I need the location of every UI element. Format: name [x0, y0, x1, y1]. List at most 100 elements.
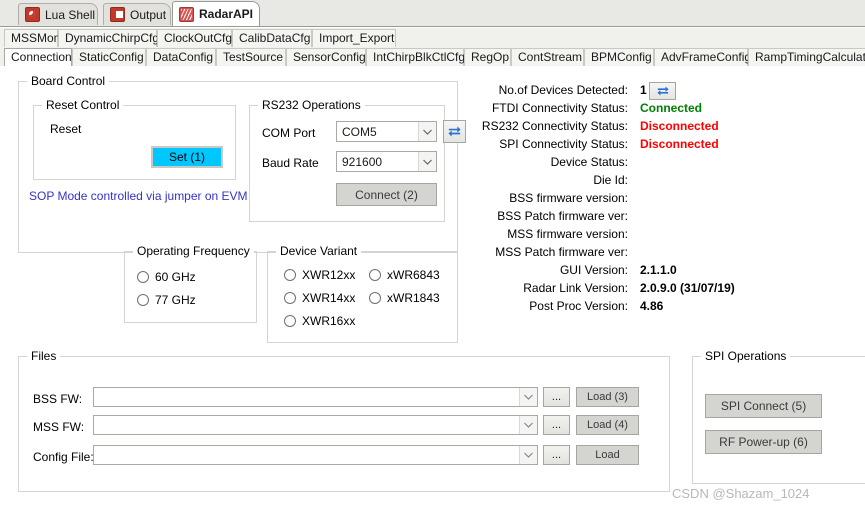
tab-bpmconfig[interactable]: BPMConfig — [584, 48, 654, 66]
set-button[interactable]: Set (1) — [151, 146, 223, 168]
radio-dot-icon — [284, 315, 296, 327]
radio-label: XWR16xx — [302, 314, 356, 328]
status-label: No.of Devices Detected: — [498, 83, 628, 97]
chevron-down-icon[interactable] — [418, 152, 436, 171]
radio-xwr16xx[interactable]: XWR16xx — [284, 314, 355, 328]
connect-button[interactable]: Connect (2) — [336, 183, 437, 206]
mss-fw-load-button[interactable]: Load (4) — [576, 415, 639, 435]
status-label: Die Id: — [593, 173, 628, 187]
baud-rate-select[interactable]: 921600 — [336, 151, 437, 172]
status-label: MSS Patch firmware ver: — [495, 245, 628, 259]
bss-fw-input[interactable] — [93, 387, 538, 407]
tab-import-export[interactable]: Import_Export — [312, 29, 396, 47]
status-panel: No.of Devices Detected: 1 FTDI Connectiv… — [462, 76, 735, 313]
chevron-down-icon[interactable] — [519, 388, 537, 406]
radio-label: xWR1843 — [387, 291, 440, 305]
files-title: Files — [27, 349, 61, 363]
status-value: 2.1.1.0 — [640, 263, 677, 277]
connection-panel: Board Control Reset Control Reset Set (1… — [0, 66, 865, 514]
tab-ramptimingcalculator[interactable]: RampTimingCalculator — [748, 48, 865, 66]
window-tab-label: RadarAPI — [199, 7, 254, 21]
radio-dot-icon — [284, 269, 296, 281]
radio-dot-icon — [369, 292, 381, 304]
chevron-down-icon[interactable] — [519, 416, 537, 434]
radio-77ghz[interactable]: 77 GHz — [137, 293, 196, 307]
radio-label: xWR6843 — [387, 268, 440, 282]
window-tab-radarapi[interactable]: RadarAPI — [172, 1, 260, 26]
status-value: Disconnected — [640, 119, 719, 133]
tab-clockoutcfg[interactable]: ClockOutCfg — [157, 29, 232, 47]
tab-testsource[interactable]: TestSource — [216, 48, 286, 66]
com-port-label: COM Port — [262, 126, 316, 140]
refresh-icon — [448, 126, 461, 137]
mss-fw-input[interactable] — [93, 415, 538, 435]
radio-xwr6843[interactable]: xWR6843 — [369, 268, 440, 282]
radio-label: 77 GHz — [155, 293, 196, 307]
tab-staticconfig[interactable]: StaticConfig — [72, 48, 146, 66]
status-label: GUI Version: — [559, 263, 628, 277]
chevron-down-icon[interactable] — [519, 446, 537, 464]
status-label: FTDI Connectivity Status: — [491, 101, 628, 115]
baud-rate-label: Baud Rate — [262, 156, 319, 170]
tab-connection[interactable]: Connection — [4, 48, 72, 66]
radio-label: XWR14xx — [302, 291, 356, 305]
tab-dynamicchirpcfg[interactable]: DynamicChirpCfg — [58, 29, 159, 47]
radio-xwr14xx[interactable]: XWR14xx — [284, 291, 355, 305]
tab-advframeconfig[interactable]: AdvFrameConfig — [654, 48, 751, 66]
window-tab-strip: Lua Shell Output RadarAPI — [0, 0, 865, 27]
status-label: BSS Patch firmware ver: — [497, 209, 628, 223]
config-file-browse-button[interactable]: ... — [543, 445, 570, 465]
radio-xwr1843[interactable]: xWR1843 — [369, 291, 440, 305]
status-label: Radar Link Version: — [523, 281, 628, 295]
spi-operations-title: SPI Operations — [701, 349, 791, 363]
files-group: Files BSS FW: ... Load (3) MSS FW: ... L… — [18, 349, 670, 492]
radio-60ghz[interactable]: 60 GHz — [137, 270, 196, 284]
board-control-group: Board Control Reset Control Reset Set (1… — [18, 74, 466, 253]
status-value: 1 — [640, 83, 647, 97]
chevron-down-icon[interactable] — [418, 122, 436, 141]
output-icon — [110, 7, 125, 22]
window-tab-lua-shell[interactable]: Lua Shell — [18, 3, 98, 25]
spi-operations-group: SPI Operations SPI Connect (5) RF Power-… — [692, 349, 865, 484]
status-value: 4.86 — [640, 299, 664, 313]
tab-regop[interactable]: RegOp — [464, 48, 511, 66]
radio-xwr12xx[interactable]: XWR12xx — [284, 268, 355, 282]
tab-contstream[interactable]: ContStream — [511, 48, 584, 66]
config-file-load-button[interactable]: Load — [576, 445, 639, 465]
mss-fw-label: MSS FW: — [33, 420, 85, 434]
status-label: BSS firmware version: — [509, 191, 628, 205]
refresh-devices-button[interactable] — [649, 82, 676, 100]
tab-calibdatacfg[interactable]: CalibDataCfg — [232, 29, 312, 47]
board-control-title: Board Control — [27, 74, 110, 88]
device-variant-group: Device Variant XWR12xx XWR14xx XWR16xx x… — [267, 244, 458, 343]
bss-fw-load-button[interactable]: Load (3) — [576, 387, 639, 407]
tab-row-secondary: Connection StaticConfig DataConfig TestS… — [0, 47, 865, 67]
reset-control-title: Reset Control — [42, 98, 124, 112]
radio-dot-icon — [137, 294, 149, 306]
status-label: SPI Connectivity Status: — [499, 137, 628, 151]
config-file-input[interactable] — [93, 445, 538, 465]
tab-mssmon[interactable]: MSSMon — [4, 29, 60, 47]
refresh-icon — [656, 86, 669, 96]
com-port-value: COM5 — [342, 124, 377, 139]
rf-power-up-button[interactable]: RF Power-up (6) — [705, 430, 822, 454]
mss-fw-browse-button[interactable]: ... — [543, 415, 570, 435]
tab-intchirpblkctlcfg[interactable]: IntChirpBlkCtlCfg — [366, 48, 465, 66]
radio-dot-icon — [284, 292, 296, 304]
tab-dataconfig[interactable]: DataConfig — [146, 48, 216, 66]
tab-row-primary: MSSMon DynamicChirpCfg ClockOutCfg Calib… — [0, 28, 865, 47]
status-value: 2.0.9.0 (31/07/19) — [640, 281, 735, 295]
operating-frequency-group: Operating Frequency 60 GHz 77 GHz — [124, 244, 257, 323]
bss-fw-label: BSS FW: — [33, 392, 83, 406]
window-tab-label: Output — [130, 7, 167, 22]
tab-sensorconfig[interactable]: SensorConfig — [286, 48, 366, 66]
com-port-select[interactable]: COM5 — [336, 121, 437, 142]
window-tab-output[interactable]: Output — [103, 3, 171, 25]
spi-connect-button[interactable]: SPI Connect (5) — [705, 394, 822, 418]
bss-fw-browse-button[interactable]: ... — [543, 387, 570, 407]
status-label: Post Proc Version: — [529, 299, 628, 313]
rs232-operations-group: RS232 Operations COM Port COM5 Baud Rate — [249, 98, 466, 222]
reset-control-group: Reset Control Reset Set (1) — [33, 98, 236, 180]
window-tab-label: Lua Shell — [45, 7, 96, 22]
status-label: RS232 Connectivity Status: — [481, 119, 628, 133]
